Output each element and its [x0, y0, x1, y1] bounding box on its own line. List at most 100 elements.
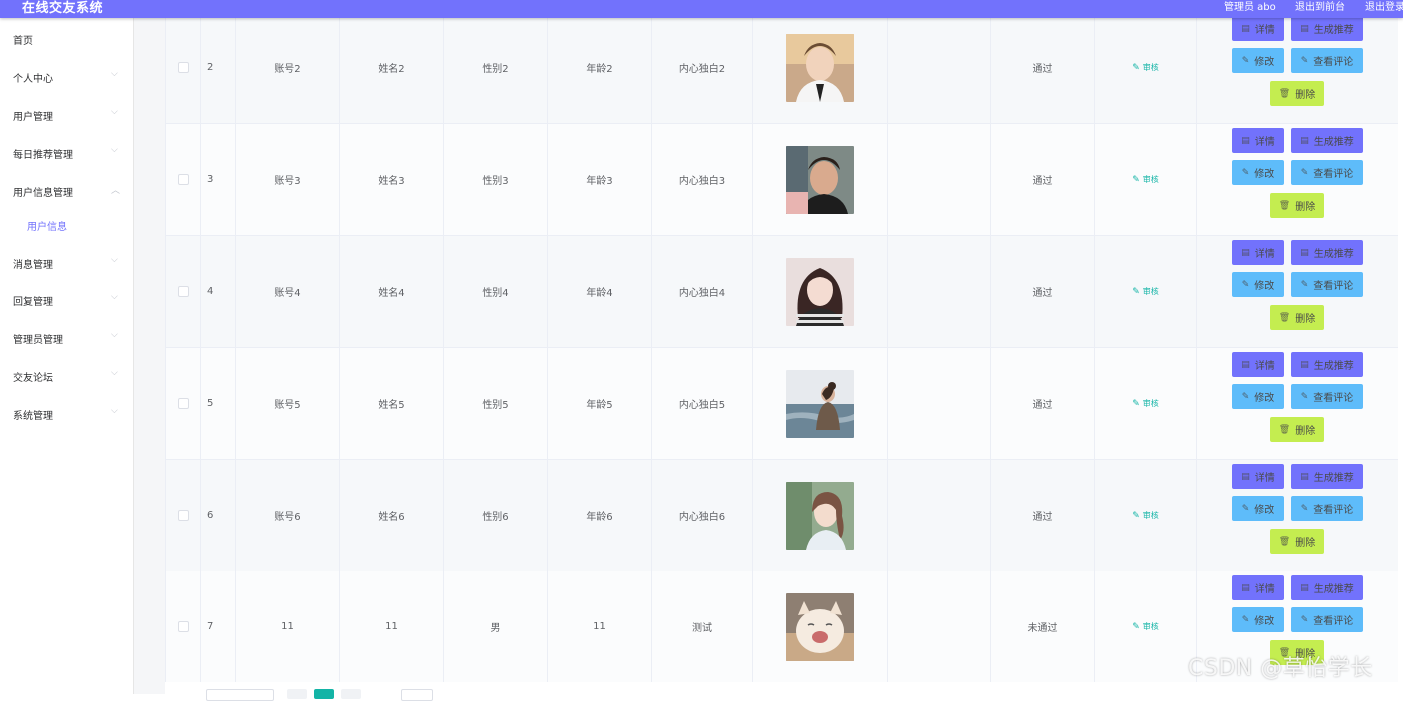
- edit-pen-icon: ✎: [1300, 279, 1309, 290]
- detail-button[interactable]: ▤ 详情: [1232, 575, 1284, 600]
- sidebar-item-user-info-management[interactable]: 用户信息管理 ︿: [0, 174, 133, 204]
- edit-button[interactable]: ✎ 修改: [1232, 607, 1284, 632]
- detail-label: 详情: [1254, 473, 1275, 484]
- row-checkbox[interactable]: [177, 62, 189, 73]
- row-checkbox[interactable]: [177, 398, 189, 409]
- monologue-cell: 内心独白6: [652, 460, 753, 571]
- goto-page-input[interactable]: [401, 689, 433, 701]
- logout-link[interactable]: 退出登录: [1365, 0, 1403, 13]
- detail-button[interactable]: ▤ 详情: [1232, 240, 1284, 265]
- sidebar-item-label: 管理员管理: [13, 335, 63, 346]
- delete-button[interactable]: 🗑 删除: [1270, 193, 1324, 218]
- document-icon: ▤: [1300, 247, 1309, 258]
- document-icon: ▤: [1300, 582, 1309, 593]
- row-checkbox[interactable]: [177, 621, 189, 632]
- view-comments-button[interactable]: ✎ 查看评论: [1291, 607, 1363, 632]
- delete-button[interactable]: 🗑 删除: [1270, 305, 1324, 330]
- edit-button[interactable]: ✎ 修改: [1232, 48, 1284, 73]
- audit-label: 审核: [1142, 511, 1159, 520]
- view-comments-button[interactable]: ✎ 查看评论: [1291, 384, 1363, 409]
- audit-link[interactable]: ✎ 审核: [1132, 62, 1159, 73]
- edit-pen-icon: ✎: [1132, 622, 1140, 632]
- sidebar-item-home[interactable]: 首页: [0, 22, 133, 52]
- edit-pen-icon: ✎: [1300, 167, 1309, 178]
- edit-button[interactable]: ✎ 修改: [1232, 496, 1284, 521]
- audit-link[interactable]: ✎ 审核: [1132, 174, 1159, 185]
- user-avatar[interactable]: [786, 592, 854, 661]
- detail-button[interactable]: ▤ 详情: [1232, 18, 1284, 41]
- sidebar-item-reply-management[interactable]: 回复管理 ⌵: [0, 283, 133, 313]
- audit-label: 审核: [1142, 287, 1159, 296]
- comments-label: 查看评论: [1313, 57, 1354, 68]
- generate-recommend-button[interactable]: ▤ 生成推荐: [1291, 352, 1363, 377]
- edit-pen-icon: ✎: [1132, 63, 1140, 73]
- name-cell: 姓名6: [340, 460, 444, 571]
- edit-label: 修改: [1254, 169, 1275, 180]
- sidebar-item-system-management[interactable]: 系统管理 ⌵: [0, 397, 133, 427]
- audit-cell: ✎ 审核: [1095, 571, 1197, 682]
- delete-button[interactable]: 🗑 删除: [1270, 417, 1324, 442]
- sidebar-item-message-management[interactable]: 消息管理 ⌵: [0, 246, 133, 276]
- view-comments-button[interactable]: ✎ 查看评论: [1291, 272, 1363, 297]
- edit-label: 修改: [1254, 616, 1275, 627]
- view-comments-button[interactable]: ✎ 查看评论: [1291, 48, 1363, 73]
- gender-cell: 性别4: [444, 236, 548, 347]
- view-comments-button[interactable]: ✎ 查看评论: [1291, 496, 1363, 521]
- generate-recommend-button[interactable]: ▤ 生成推荐: [1291, 240, 1363, 265]
- page-button[interactable]: [341, 689, 361, 699]
- exit-to-front-link[interactable]: 退出到前台: [1295, 0, 1345, 13]
- audit-link[interactable]: ✎ 审核: [1132, 286, 1159, 297]
- generate-recommend-button[interactable]: ▤ 生成推荐: [1291, 18, 1363, 41]
- edit-pen-icon: ✎: [1132, 175, 1140, 185]
- generate-recommend-button[interactable]: ▤ 生成推荐: [1291, 575, 1363, 600]
- edit-pen-icon: ✎: [1241, 614, 1250, 625]
- sidebar-item-forum[interactable]: 交友论坛 ⌵: [0, 359, 133, 389]
- page-button-active[interactable]: [314, 689, 334, 699]
- audit-link[interactable]: ✎ 审核: [1132, 398, 1159, 409]
- prev-page-button[interactable]: [287, 689, 307, 699]
- user-avatar[interactable]: [786, 33, 854, 102]
- detail-button[interactable]: ▤ 详情: [1232, 352, 1284, 377]
- name-cell: 11: [340, 571, 444, 682]
- age-cell: 年龄2: [548, 18, 652, 123]
- delete-button[interactable]: 🗑 删除: [1270, 529, 1324, 554]
- status-cell: 未通过: [991, 571, 1095, 682]
- delete-button[interactable]: 🗑 删除: [1270, 81, 1324, 106]
- detail-label: 详情: [1254, 361, 1275, 372]
- edit-button[interactable]: ✎ 修改: [1232, 384, 1284, 409]
- sidebar: 首页 个人中心 ⌵ 用户管理 ⌵ 每日推荐管理 ⌵ 用户信息管理 ︿ 用户信息 …: [0, 18, 134, 694]
- audit-link[interactable]: ✎ 审核: [1132, 510, 1159, 521]
- audit-link[interactable]: ✎ 审核: [1132, 621, 1159, 632]
- account-cell: 账号3: [236, 124, 340, 235]
- sidebar-item-user-management[interactable]: 用户管理 ⌵: [0, 98, 133, 128]
- detail-button[interactable]: ▤ 详情: [1232, 128, 1284, 153]
- row-checkbox[interactable]: [177, 286, 189, 297]
- edit-pen-icon: ✎: [1241, 55, 1250, 66]
- comments-label: 查看评论: [1313, 505, 1354, 516]
- edit-button[interactable]: ✎ 修改: [1232, 272, 1284, 297]
- generate-recommend-button[interactable]: ▤ 生成推荐: [1291, 464, 1363, 489]
- sidebar-subitem-user-info[interactable]: 用户信息: [0, 208, 133, 238]
- page-size-select[interactable]: [206, 689, 274, 701]
- document-icon: ▤: [1241, 359, 1250, 370]
- row-checkbox[interactable]: [177, 174, 189, 185]
- generate-recommend-button[interactable]: ▤ 生成推荐: [1291, 128, 1363, 153]
- user-avatar[interactable]: [786, 257, 854, 326]
- empty-cell: [888, 460, 991, 571]
- user-avatar[interactable]: [786, 145, 854, 214]
- gender-cell: 性别2: [444, 18, 548, 123]
- sidebar-item-daily-recommend[interactable]: 每日推荐管理 ⌵: [0, 136, 133, 166]
- row-index: 4: [201, 236, 236, 347]
- view-comments-button[interactable]: ✎ 查看评论: [1291, 160, 1363, 185]
- user-avatar[interactable]: [786, 369, 854, 438]
- detail-button[interactable]: ▤ 详情: [1232, 464, 1284, 489]
- edit-button[interactable]: ✎ 修改: [1232, 160, 1284, 185]
- empty-cell: [888, 571, 991, 682]
- audit-label: 审核: [1142, 175, 1159, 184]
- row-checkbox[interactable]: [177, 510, 189, 521]
- user-avatar[interactable]: [786, 481, 854, 550]
- sidebar-item-personal-center[interactable]: 个人中心 ⌵: [0, 60, 133, 90]
- edit-pen-icon: ✎: [1300, 55, 1309, 66]
- sidebar-item-admin-management[interactable]: 管理员管理 ⌵: [0, 321, 133, 351]
- account-cell: 11: [236, 571, 340, 682]
